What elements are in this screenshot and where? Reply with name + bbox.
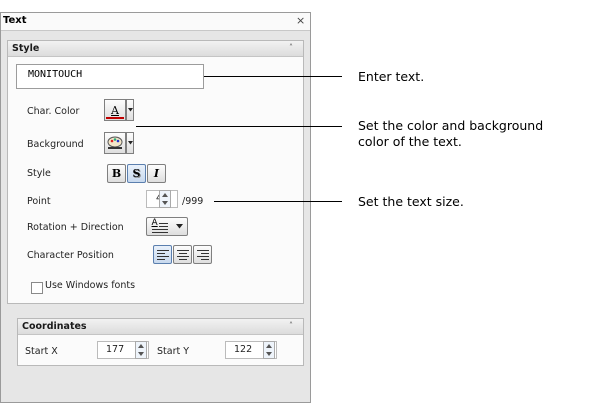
shadow-icon: S xyxy=(132,167,141,180)
paint-palette-icon xyxy=(107,136,123,149)
collapse-icon[interactable]: ˄ xyxy=(289,321,293,330)
start-y-value: 122 xyxy=(234,344,253,355)
close-icon[interactable]: × xyxy=(296,14,305,27)
callout-enter-text: Enter text. xyxy=(358,69,425,84)
background-color-button[interactable] xyxy=(104,132,126,154)
start-y-spinner[interactable] xyxy=(263,341,275,359)
text-input[interactable]: MONITOUCH xyxy=(16,64,204,89)
char-color-dropdown-button[interactable] xyxy=(126,99,134,121)
spin-up-icon[interactable] xyxy=(162,193,168,197)
bold-button[interactable]: B xyxy=(107,164,126,183)
start-y-label: Start Y xyxy=(157,346,190,357)
align-right-button[interactable] xyxy=(193,245,212,264)
background-label: Background xyxy=(27,139,84,150)
panel-titlebar xyxy=(1,13,310,31)
chevron-down-icon xyxy=(127,141,133,145)
callout-set-color-line2: color of the text. xyxy=(358,134,462,149)
callout-line-set-size xyxy=(214,201,342,202)
collapse-icon[interactable]: ˄ xyxy=(289,43,293,52)
callout-line-set-color xyxy=(136,126,342,127)
style-group-header[interactable] xyxy=(8,41,303,57)
spin-down-icon[interactable] xyxy=(138,352,144,356)
spin-up-icon[interactable] xyxy=(266,344,272,348)
point-label: Point xyxy=(27,196,51,207)
background-color-dropdown-button[interactable] xyxy=(126,132,134,154)
panel-title: Text xyxy=(3,15,27,26)
callout-set-color-line1: Set the color and background xyxy=(358,118,544,133)
italic-button[interactable]: I xyxy=(147,164,166,183)
text-input-value: MONITOUCH xyxy=(28,69,83,80)
chevron-down-icon xyxy=(175,224,183,229)
point-max-label: /999 xyxy=(182,196,204,207)
char-color-swatch xyxy=(106,117,124,119)
chevron-down-icon xyxy=(127,108,133,112)
spin-up-icon[interactable] xyxy=(138,344,144,348)
point-spinner[interactable] xyxy=(159,190,171,208)
spin-down-icon[interactable] xyxy=(162,201,168,205)
align-center-icon xyxy=(176,249,189,260)
align-left-icon xyxy=(156,249,169,260)
start-x-label: Start X xyxy=(25,346,58,357)
use-windows-fonts-label: Use Windows fonts xyxy=(45,280,136,291)
text-direction-icon: A xyxy=(151,218,168,233)
align-center-button[interactable] xyxy=(173,245,192,264)
style-group-title: Style xyxy=(12,43,40,54)
character-position-label: Character Position xyxy=(27,250,114,261)
start-x-value: 177 xyxy=(106,344,125,355)
shadow-button[interactable]: S xyxy=(127,164,146,183)
callout-set-size: Set the text size. xyxy=(358,194,464,209)
align-left-button[interactable] xyxy=(153,245,172,264)
coordinates-group-title: Coordinates xyxy=(22,321,87,332)
callout-line-enter-text xyxy=(204,76,342,77)
rotation-direction-label: Rotation + Direction xyxy=(27,222,124,233)
spin-down-icon[interactable] xyxy=(266,352,272,356)
char-color-label: Char. Color xyxy=(27,106,80,117)
align-right-icon xyxy=(196,249,209,260)
start-x-spinner[interactable] xyxy=(135,341,147,359)
italic-icon: I xyxy=(153,167,160,180)
char-color-glyph: A xyxy=(111,103,119,117)
rotation-direction-dropdown[interactable]: A xyxy=(146,217,188,236)
bold-icon: B xyxy=(111,167,122,180)
use-windows-fonts-checkbox[interactable] xyxy=(31,282,43,294)
style-label: Style xyxy=(27,168,51,179)
